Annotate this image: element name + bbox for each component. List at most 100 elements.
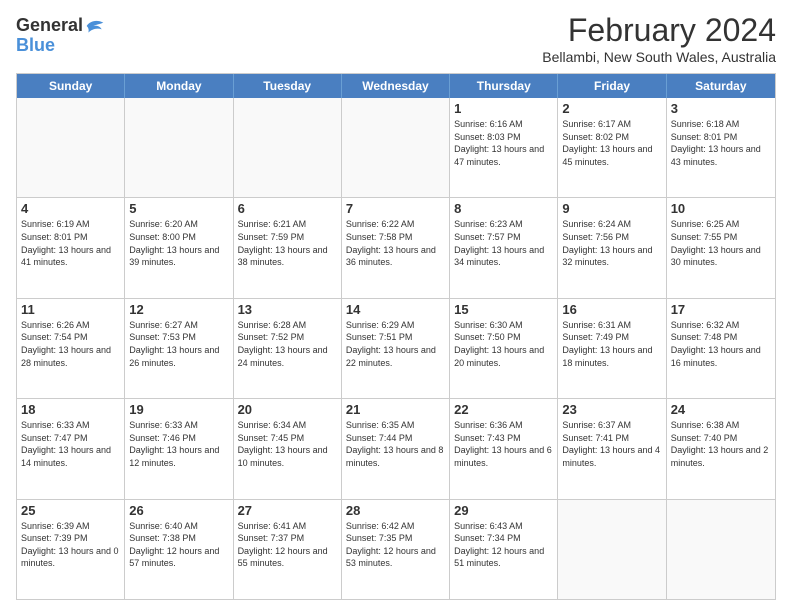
header: General Blue February 2024 Bellambi, New… <box>16 12 776 65</box>
day-cell-1: 1 Sunrise: 6:16 AM Sunset: 8:03 PM Daylig… <box>450 98 558 197</box>
day-info: Sunrise: 6:20 AM Sunset: 8:00 PM Dayligh… <box>129 218 228 268</box>
day-cell-7: 7 Sunrise: 6:22 AM Sunset: 7:58 PM Daylig… <box>342 198 450 297</box>
calendar: SundayMondayTuesdayWednesdayThursdayFrid… <box>16 73 776 600</box>
calendar-row-4: 18 Sunrise: 6:33 AM Sunset: 7:47 PM Dayli… <box>17 398 775 498</box>
day-cell-6: 6Sunrise: 6:21 AM Sunset: 7:59 PM Daylig… <box>234 198 342 297</box>
day-cell-13: 13Sunrise: 6:28 AM Sunset: 7:52 PM Dayli… <box>234 299 342 398</box>
day-number: 21 <box>346 402 445 417</box>
title-block: February 2024 Bellambi, New South Wales,… <box>542 12 776 65</box>
day-info: Sunrise: 6:39 AM Sunset: 7:39 PM Dayligh… <box>21 520 120 570</box>
day-info: Sunrise: 6:25 AM Sunset: 7:55 PM Dayligh… <box>671 218 771 268</box>
logo-text-blue: Blue <box>16 36 105 56</box>
day-number: 14 <box>346 302 445 317</box>
day-info: Sunrise: 6:30 AM Sunset: 7:50 PM Dayligh… <box>454 319 553 369</box>
header-cell-monday: Monday <box>125 74 233 98</box>
day-number: 12 <box>129 302 228 317</box>
day-number: 2 <box>562 101 661 116</box>
day-info: Sunrise: 6:22 AM Sunset: 7:58 PM Dayligh… <box>346 218 445 268</box>
day-number: 19 <box>129 402 228 417</box>
calendar-subtitle: Bellambi, New South Wales, Australia <box>542 49 776 65</box>
day-number: 10 <box>671 201 771 216</box>
header-cell-tuesday: Tuesday <box>234 74 342 98</box>
day-number: 27 <box>238 503 337 518</box>
day-info: Sunrise: 6:32 AM Sunset: 7:48 PM Dayligh… <box>671 319 771 369</box>
day-number: 28 <box>346 503 445 518</box>
logo-bird-icon <box>85 16 105 36</box>
day-number: 13 <box>238 302 337 317</box>
day-info: Sunrise: 6:40 AM Sunset: 7:38 PM Dayligh… <box>129 520 228 570</box>
day-cell-22: 22 Sunrise: 6:36 AM Sunset: 7:43 PM Dayli… <box>450 399 558 498</box>
day-number: 26 <box>129 503 228 518</box>
header-cell-friday: Friday <box>558 74 666 98</box>
day-number: 22 <box>454 402 553 417</box>
day-cell-empty-0-1 <box>125 98 233 197</box>
day-cell-9: 9 Sunrise: 6:24 AM Sunset: 7:56 PM Daylig… <box>558 198 666 297</box>
day-cell-20: 20 Sunrise: 6:34 AM Sunset: 7:45 PM Dayli… <box>234 399 342 498</box>
day-cell-27: 27Sunrise: 6:41 AM Sunset: 7:37 PM Dayli… <box>234 500 342 599</box>
header-cell-sunday: Sunday <box>17 74 125 98</box>
day-cell-23: 23Sunrise: 6:37 AM Sunset: 7:41 PM Dayli… <box>558 399 666 498</box>
day-number: 11 <box>21 302 120 317</box>
calendar-row-5: 25Sunrise: 6:39 AM Sunset: 7:39 PM Dayli… <box>17 499 775 599</box>
day-cell-10: 10 Sunrise: 6:25 AM Sunset: 7:55 PM Dayli… <box>667 198 775 297</box>
day-cell-3: 3 Sunrise: 6:18 AM Sunset: 8:01 PM Daylig… <box>667 98 775 197</box>
header-cell-wednesday: Wednesday <box>342 74 450 98</box>
day-number: 18 <box>21 402 120 417</box>
day-number: 29 <box>454 503 553 518</box>
day-cell-empty-4-6 <box>667 500 775 599</box>
day-info: Sunrise: 6:35 AM Sunset: 7:44 PM Dayligh… <box>346 419 445 469</box>
day-info: Sunrise: 6:37 AM Sunset: 7:41 PM Dayligh… <box>562 419 661 469</box>
day-info: Sunrise: 6:24 AM Sunset: 7:56 PM Dayligh… <box>562 218 661 268</box>
day-info: Sunrise: 6:16 AM Sunset: 8:03 PM Dayligh… <box>454 118 553 168</box>
day-cell-24: 24 Sunrise: 6:38 AM Sunset: 7:40 PM Dayli… <box>667 399 775 498</box>
day-info: Sunrise: 6:33 AM Sunset: 7:47 PM Dayligh… <box>21 419 120 469</box>
day-info: Sunrise: 6:42 AM Sunset: 7:35 PM Dayligh… <box>346 520 445 570</box>
day-number: 3 <box>671 101 771 116</box>
day-number: 20 <box>238 402 337 417</box>
calendar-row-1: 1 Sunrise: 6:16 AM Sunset: 8:03 PM Daylig… <box>17 98 775 197</box>
header-cell-saturday: Saturday <box>667 74 775 98</box>
day-number: 5 <box>129 201 228 216</box>
day-info: Sunrise: 6:18 AM Sunset: 8:01 PM Dayligh… <box>671 118 771 168</box>
day-number: 24 <box>671 402 771 417</box>
day-cell-17: 17 Sunrise: 6:32 AM Sunset: 7:48 PM Dayli… <box>667 299 775 398</box>
day-number: 7 <box>346 201 445 216</box>
day-info: Sunrise: 6:36 AM Sunset: 7:43 PM Dayligh… <box>454 419 553 469</box>
page: General Blue February 2024 Bellambi, New… <box>0 0 792 612</box>
day-number: 8 <box>454 201 553 216</box>
day-cell-15: 15 Sunrise: 6:30 AM Sunset: 7:50 PM Dayli… <box>450 299 558 398</box>
day-info: Sunrise: 6:38 AM Sunset: 7:40 PM Dayligh… <box>671 419 771 469</box>
day-cell-28: 28 Sunrise: 6:42 AM Sunset: 7:35 PM Dayli… <box>342 500 450 599</box>
day-cell-14: 14 Sunrise: 6:29 AM Sunset: 7:51 PM Dayli… <box>342 299 450 398</box>
day-number: 15 <box>454 302 553 317</box>
logo: General Blue <box>16 16 105 56</box>
day-number: 17 <box>671 302 771 317</box>
day-cell-21: 21 Sunrise: 6:35 AM Sunset: 7:44 PM Dayli… <box>342 399 450 498</box>
calendar-title: February 2024 <box>542 12 776 49</box>
day-info: Sunrise: 6:19 AM Sunset: 8:01 PM Dayligh… <box>21 218 120 268</box>
day-info: Sunrise: 6:17 AM Sunset: 8:02 PM Dayligh… <box>562 118 661 168</box>
logo-text-general: General <box>16 16 83 36</box>
day-cell-empty-0-3 <box>342 98 450 197</box>
day-cell-4: 4Sunrise: 6:19 AM Sunset: 8:01 PM Daylig… <box>17 198 125 297</box>
day-cell-8: 8 Sunrise: 6:23 AM Sunset: 7:57 PM Daylig… <box>450 198 558 297</box>
day-info: Sunrise: 6:34 AM Sunset: 7:45 PM Dayligh… <box>238 419 337 469</box>
day-cell-2: 2 Sunrise: 6:17 AM Sunset: 8:02 PM Daylig… <box>558 98 666 197</box>
header-cell-thursday: Thursday <box>450 74 558 98</box>
day-cell-29: 29 Sunrise: 6:43 AM Sunset: 7:34 PM Dayli… <box>450 500 558 599</box>
calendar-body: 1 Sunrise: 6:16 AM Sunset: 8:03 PM Daylig… <box>17 98 775 599</box>
day-number: 1 <box>454 101 553 116</box>
day-info: Sunrise: 6:43 AM Sunset: 7:34 PM Dayligh… <box>454 520 553 570</box>
day-info: Sunrise: 6:29 AM Sunset: 7:51 PM Dayligh… <box>346 319 445 369</box>
day-info: Sunrise: 6:21 AM Sunset: 7:59 PM Dayligh… <box>238 218 337 268</box>
calendar-header-row: SundayMondayTuesdayWednesdayThursdayFrid… <box>17 74 775 98</box>
day-info: Sunrise: 6:26 AM Sunset: 7:54 PM Dayligh… <box>21 319 120 369</box>
day-number: 16 <box>562 302 661 317</box>
day-info: Sunrise: 6:31 AM Sunset: 7:49 PM Dayligh… <box>562 319 661 369</box>
day-number: 9 <box>562 201 661 216</box>
day-info: Sunrise: 6:33 AM Sunset: 7:46 PM Dayligh… <box>129 419 228 469</box>
day-cell-empty-0-0 <box>17 98 125 197</box>
day-info: Sunrise: 6:23 AM Sunset: 7:57 PM Dayligh… <box>454 218 553 268</box>
day-cell-empty-0-2 <box>234 98 342 197</box>
day-cell-19: 19 Sunrise: 6:33 AM Sunset: 7:46 PM Dayli… <box>125 399 233 498</box>
